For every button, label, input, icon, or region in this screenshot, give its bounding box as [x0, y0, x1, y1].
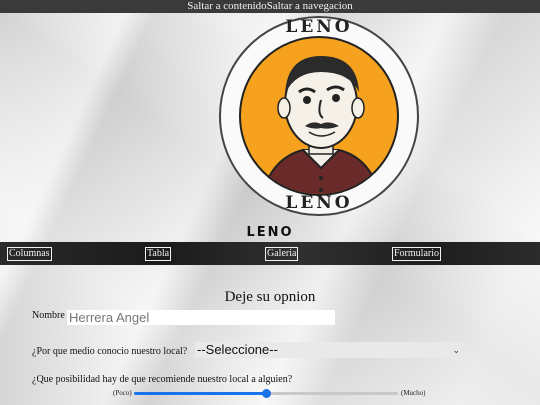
medium-selected-value: --Seleccione--	[197, 342, 278, 357]
range-max-label: (Mucho)	[401, 389, 426, 397]
main-navigation: Columnas Tabla Galeria Formulario	[0, 242, 540, 265]
skip-to-navigation-link[interactable]: Saltar a navegacion	[267, 0, 353, 12]
name-field[interactable]: Herrera Angel	[67, 310, 335, 325]
site-logo: LENO LENO	[219, 16, 419, 216]
nav-item-formulario[interactable]: Formulario	[392, 247, 441, 261]
recommend-slider[interactable]	[134, 389, 398, 398]
name-label: Nombre	[32, 310, 65, 321]
nav-item-tabla[interactable]: Tabla	[145, 247, 172, 261]
brand-name: LENO	[246, 225, 294, 240]
medium-select[interactable]: --Seleccione-- ⌄	[195, 342, 463, 358]
skip-to-content-link[interactable]: Saltar a contenido	[187, 0, 266, 12]
skip-links-bar: Saltar a contenidoSaltar a navegacion	[0, 0, 540, 13]
recommend-label: ¿Que posibilidad hay de que recomiende n…	[32, 374, 293, 385]
nav-item-galeria[interactable]: Galeria	[265, 247, 299, 261]
medium-label: ¿Por que medio conocio nuestro local?	[32, 346, 188, 357]
man-portrait-icon	[261, 56, 381, 194]
slider-fill	[134, 392, 266, 395]
logo-portrait	[239, 36, 399, 196]
chevron-down-icon: ⌄	[452, 345, 460, 355]
slider-thumb[interactable]	[262, 389, 271, 398]
range-min-label: (Poco)	[113, 389, 132, 397]
logo-top-text: LENO	[285, 17, 353, 37]
logo-bottom-text: LENO	[285, 193, 353, 213]
nav-item-columnas[interactable]: Columnas	[7, 247, 52, 261]
opinion-form: Deje su opnion Nombre Herrera Angel ¿Por…	[0, 282, 540, 405]
form-title: Deje su opnion	[224, 289, 316, 305]
